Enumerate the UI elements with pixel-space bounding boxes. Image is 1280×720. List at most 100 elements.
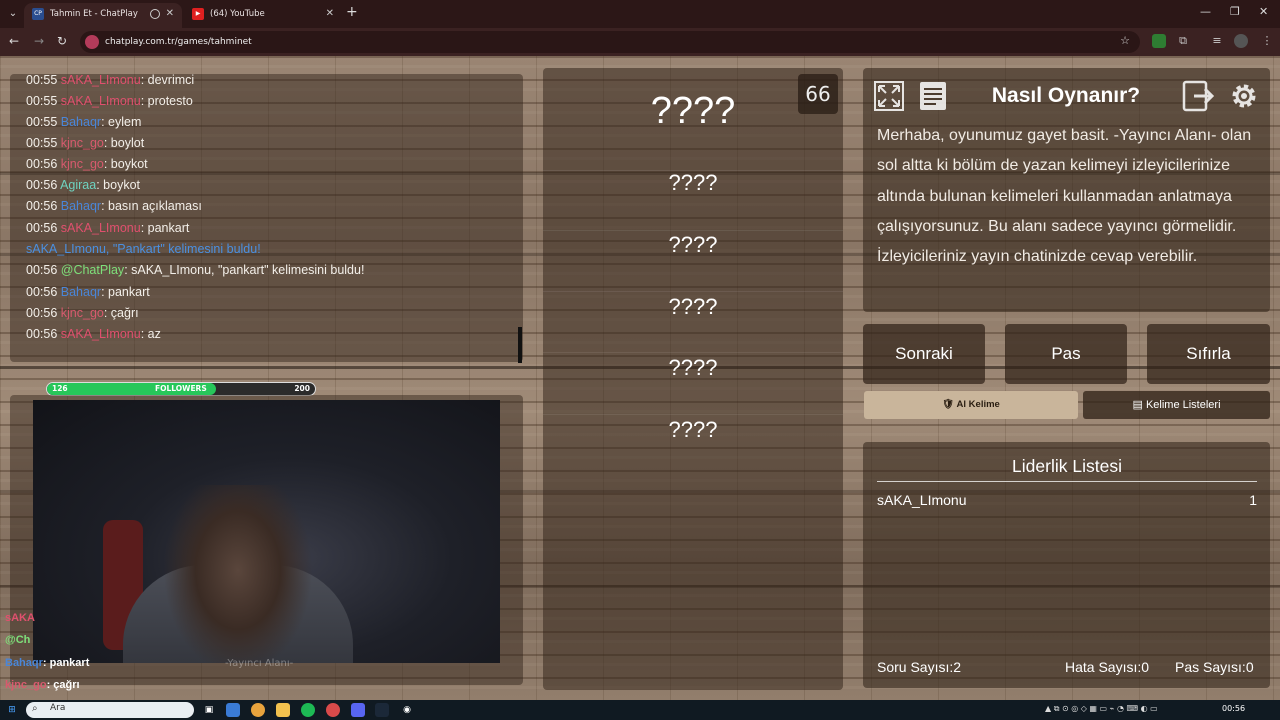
ai-word-label: Al Kelime bbox=[956, 399, 1000, 410]
followers-goal: 200 bbox=[294, 384, 310, 393]
chat-text: sAKA_LImonu, "Pankart" kelimesini buldu! bbox=[26, 242, 261, 256]
robot-icon: 🛡 bbox=[942, 399, 955, 410]
error-count-value: 0 bbox=[1141, 659, 1150, 675]
chat-timestamp: 00:56 bbox=[26, 178, 61, 192]
pass-button[interactable]: Pas bbox=[1005, 324, 1127, 384]
word-lists-tab[interactable]: ▤ Kelime Listeleri bbox=[1083, 391, 1270, 419]
discord-icon[interactable] bbox=[351, 703, 365, 717]
reload-icon[interactable]: ↻ bbox=[57, 34, 67, 48]
chat-username[interactable]: Bahaqr bbox=[61, 115, 101, 129]
how-to-play-text: Merhaba, oyunumuz gayet basit. -Yayıncı … bbox=[877, 127, 1252, 266]
youtube-favicon-icon: ▶ bbox=[192, 8, 204, 20]
document-list-icon[interactable] bbox=[914, 78, 952, 114]
forward-icon[interactable]: → bbox=[34, 34, 44, 48]
chat-message: 00:55 sAKA_LImonu: devrimci bbox=[26, 73, 194, 87]
pass-count-value: 0 bbox=[1245, 659, 1254, 675]
chat-message: 00:56 kjnc_go: çağrı bbox=[26, 306, 139, 320]
chat-username[interactable]: sAKA_LImonu bbox=[61, 221, 141, 235]
chat-username[interactable]: kjnc_go bbox=[61, 157, 104, 171]
tab-youtube[interactable]: ▶ (64) YouTube ✕ bbox=[184, 3, 342, 28]
steam-icon[interactable] bbox=[375, 703, 389, 717]
task-view-icon[interactable]: ▣ bbox=[202, 703, 216, 717]
next-button[interactable]: Sonraki bbox=[863, 324, 985, 384]
profile-avatar[interactable] bbox=[1234, 34, 1248, 48]
chat-timestamp: 00:56 bbox=[26, 327, 61, 341]
restore-icon[interactable]: ❐ bbox=[1230, 5, 1240, 18]
media-indicator-icon[interactable] bbox=[150, 9, 160, 19]
url-field[interactable]: chatplay.com.tr/games/tahminet ☆ bbox=[80, 31, 1140, 53]
copilot-icon[interactable] bbox=[226, 703, 240, 717]
chrome-icon[interactable] bbox=[251, 703, 265, 717]
chat-username[interactable]: kjnc_go bbox=[61, 306, 104, 320]
chat-text: : protesto bbox=[140, 94, 193, 108]
fullscreen-icon[interactable] bbox=[870, 78, 908, 114]
tray-icons[interactable]: ▲ ⧉ ⊙ ◎ ◇ ▦ ▭ ⌁ ◔ ⌨ ◐ ▭ bbox=[1045, 704, 1158, 714]
chat-username[interactable]: Agiraa bbox=[60, 178, 96, 192]
overlay-chat-message: Bahaqr: pankart bbox=[5, 657, 89, 669]
ai-word-tab[interactable]: 🛡 Al Kelime bbox=[864, 391, 1078, 419]
question-count: Soru Sayısı:2 bbox=[877, 659, 961, 675]
close-window-icon[interactable]: ✕ bbox=[1259, 5, 1268, 18]
chat-timestamp: 00:55 bbox=[26, 115, 61, 129]
overlay-chat-message: sAKA bbox=[5, 612, 35, 624]
pass-count-label: Pas Sayısı: bbox=[1175, 659, 1246, 675]
site-info-icon[interactable] bbox=[85, 35, 99, 49]
back-icon[interactable]: ← bbox=[9, 34, 19, 48]
slot-divider bbox=[543, 414, 843, 415]
overlay-chat-username: sAKA bbox=[5, 612, 35, 624]
overlay-chat-username: kjnc_go bbox=[5, 679, 47, 691]
chat-username[interactable]: sAKA_LImonu bbox=[61, 94, 141, 108]
chat-message: 00:55 kjnc_go: boylot bbox=[26, 136, 144, 150]
tab-search-dropdown-icon[interactable]: ⌄ bbox=[4, 5, 22, 23]
chat-message: 00:56 sAKA_LImonu: az bbox=[26, 327, 161, 341]
file-explorer-icon[interactable] bbox=[276, 703, 290, 717]
chat-username[interactable]: @ChatPlay bbox=[61, 263, 124, 277]
chat-timestamp: 00:55 bbox=[26, 73, 61, 87]
new-tab-button[interactable]: + bbox=[346, 4, 358, 20]
chat-timestamp: 00:56 bbox=[26, 285, 61, 299]
overlay-chat-text: : çağrı bbox=[46, 679, 80, 691]
settings-gear-icon[interactable] bbox=[1225, 78, 1263, 114]
tab-title: Tahmin Et - ChatPlay bbox=[50, 9, 138, 19]
taskbar-clock: 00:56 bbox=[1222, 704, 1246, 713]
obs-icon[interactable]: ◉ bbox=[400, 703, 414, 717]
slot-divider bbox=[543, 291, 843, 292]
taskbar-search-input[interactable]: ⌕ Ara bbox=[26, 702, 194, 718]
chat-username[interactable]: Bahaqr bbox=[61, 285, 101, 299]
tab-chatplay[interactable]: CP Tahmin Et - ChatPlay ✕ bbox=[24, 3, 182, 28]
chat-timestamp: 00:56 bbox=[26, 199, 61, 213]
followers-current: 126 bbox=[52, 384, 68, 393]
reset-button[interactable]: Sıfırla bbox=[1147, 324, 1270, 384]
exit-icon[interactable] bbox=[1180, 78, 1218, 114]
chat-username[interactable]: Bahaqr bbox=[61, 199, 101, 213]
chat-username[interactable]: sAKA_LImonu bbox=[61, 327, 141, 341]
address-bar-row: ← → ↻ chatplay.com.tr/games/tahminet ☆ ⧉… bbox=[0, 28, 1280, 56]
panel-resize-handle[interactable] bbox=[518, 327, 522, 363]
chat-username[interactable]: sAKA_LImonu bbox=[61, 73, 141, 87]
chatplay-favicon-icon: CP bbox=[32, 8, 44, 20]
overlay-chat-username: @Ch bbox=[5, 634, 31, 646]
chat-text: : pankart bbox=[101, 285, 150, 299]
chrome-active-icon[interactable] bbox=[326, 703, 340, 717]
chat-timestamp: 00:56 bbox=[26, 306, 61, 320]
close-tab-icon[interactable]: ✕ bbox=[166, 3, 174, 25]
word-lists-label: Kelime Listeleri bbox=[1145, 399, 1221, 411]
spotify-icon[interactable] bbox=[301, 703, 315, 717]
leaderboard-name: sAKA_LImonu bbox=[877, 492, 967, 508]
chat-text: : az bbox=[140, 327, 161, 341]
leaderboard-title: Liderlik Listesi bbox=[1012, 456, 1122, 476]
windows-start-icon[interactable]: ⊞ bbox=[5, 703, 19, 717]
leaderboard-row: sAKA_LImonu 1 bbox=[877, 492, 1257, 508]
media-control-icon[interactable]: ≡ bbox=[1210, 34, 1224, 48]
streamer-face bbox=[163, 485, 313, 663]
extension-shield-icon[interactable] bbox=[1152, 34, 1166, 48]
error-count: Hata Sayısı:0 bbox=[1065, 659, 1149, 675]
chat-message: 00:55 Bahaqr: eylem bbox=[26, 115, 141, 129]
menu-kebab-icon[interactable]: ⋮ bbox=[1260, 34, 1274, 48]
chat-username[interactable]: kjnc_go bbox=[61, 136, 104, 150]
chat-text: : basın açıklaması bbox=[101, 199, 202, 213]
extensions-puzzle-icon[interactable]: ⧉ bbox=[1176, 34, 1190, 48]
minimize-icon[interactable]: — bbox=[1200, 5, 1211, 18]
bookmark-star-icon[interactable]: ☆ bbox=[1120, 34, 1130, 47]
close-tab-icon[interactable]: ✕ bbox=[326, 3, 334, 25]
